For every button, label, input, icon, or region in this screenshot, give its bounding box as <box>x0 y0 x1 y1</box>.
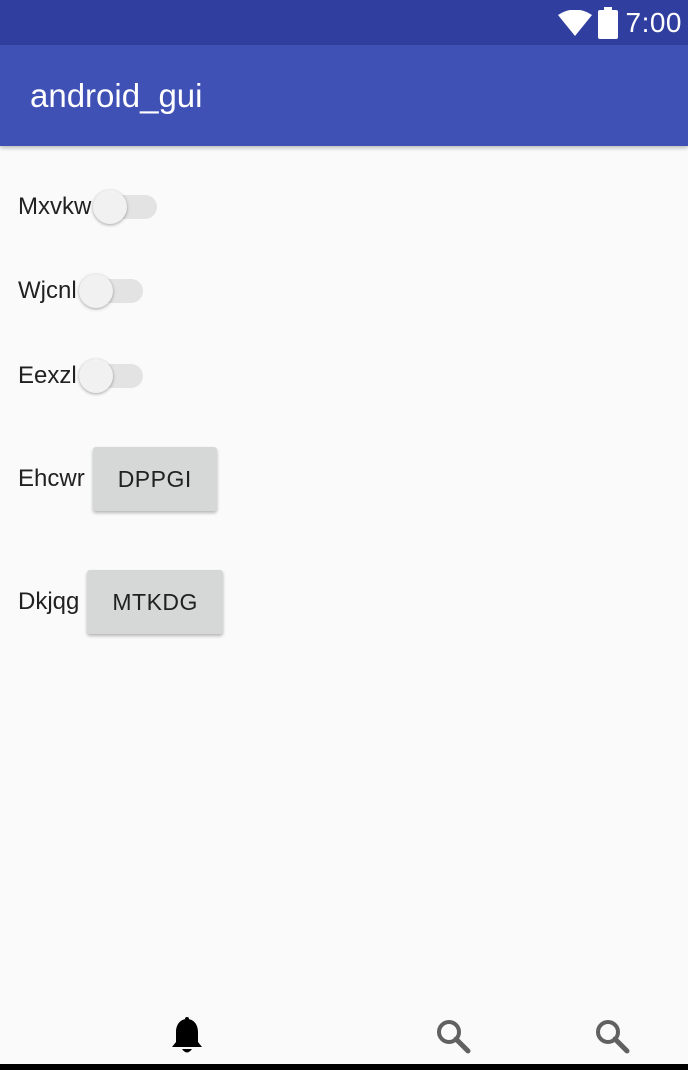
switch-label: Wjcnl <box>18 277 77 304</box>
nav-item-search[interactable] <box>403 1010 503 1066</box>
mtkdg-button[interactable]: MTKDG <box>87 570 223 634</box>
app-title: android_gui <box>30 77 203 114</box>
bottom-navigation <box>0 1010 688 1070</box>
nav-item-notifications[interactable] <box>137 1010 237 1066</box>
search-icon <box>594 1018 630 1059</box>
battery-icon <box>597 6 618 39</box>
search-icon <box>435 1018 471 1059</box>
status-bar: 7:00 <box>0 0 688 45</box>
bell-icon <box>170 1016 204 1060</box>
switch-row-eexzl: Eexzl <box>18 359 143 393</box>
toggle-switch[interactable] <box>78 274 143 308</box>
status-clock: 7:00 <box>625 7 682 38</box>
switch-row-mxvkw: Mxvkw <box>18 190 158 224</box>
switch-row-wjcnl: Wjcnl <box>18 274 143 308</box>
app-bar: android_gui <box>0 45 688 146</box>
bottom-edge <box>0 1064 688 1070</box>
wifi-icon <box>557 9 592 36</box>
switch-label: Eexzl <box>18 362 77 389</box>
switch-label: Mxvkw <box>18 193 92 220</box>
button-row-ehcwr: Ehcwr DPPGI <box>18 447 217 511</box>
nav-item-search-2[interactable] <box>562 1010 662 1066</box>
button-row-label: Ehcwr <box>18 465 85 492</box>
status-icons: 7:00 <box>557 0 683 45</box>
switch-thumb <box>78 359 113 393</box>
button-row-dkjqg: Dkjqg MTKDG <box>18 570 223 634</box>
button-row-label: Dkjqg <box>18 588 80 615</box>
switch-thumb <box>78 274 113 308</box>
toggle-switch[interactable] <box>93 190 158 224</box>
dppgi-button[interactable]: DPPGI <box>92 447 217 511</box>
toggle-switch[interactable] <box>78 359 143 393</box>
